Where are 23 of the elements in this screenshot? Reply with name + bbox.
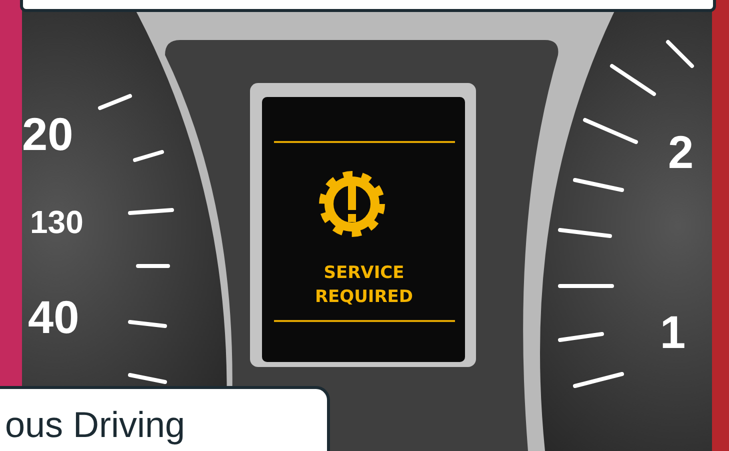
gauge-number: 40 [28,291,80,343]
gauge-tick [573,372,624,388]
gauge-tick [128,208,174,215]
gauge-tick [128,320,167,328]
card-title: ous Driving [5,403,186,447]
gauge-number: 130 [30,204,84,240]
gauge-tick [128,373,167,384]
gauge-number: 1 [660,306,686,358]
gauge-tick [583,118,638,144]
gauge-tick [133,150,164,162]
gauge-tick [558,228,612,238]
gauge-tick [136,264,170,268]
gauge-number: 2 [668,126,694,178]
gauge-tick [558,332,604,342]
gauge-tick [573,178,624,192]
gauge-number: 20 [22,108,74,160]
gauge-tick [98,94,132,110]
gear-warning-icon [319,171,385,237]
gauge-tick [666,40,694,68]
gauge-tick [558,284,614,288]
gauge-tick [610,64,656,96]
warning-label: SERVICE [324,263,404,283]
warning-label: REQUIRED [314,287,414,307]
